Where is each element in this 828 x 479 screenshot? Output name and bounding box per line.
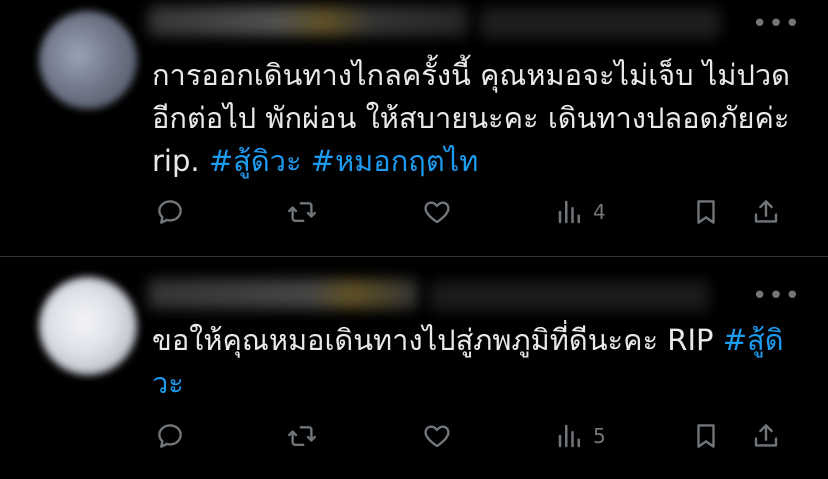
author-name-blurred[interactable] <box>148 279 418 309</box>
avatar[interactable] <box>39 277 137 375</box>
views-button[interactable]: 4 <box>555 192 606 232</box>
more-options-icon[interactable]: ••• <box>752 283 801 309</box>
more-options-icon[interactable]: ••• <box>752 11 801 37</box>
tweet-1[interactable]: ••• การออกเดินทางไกลครั้งนี้ คุณหมอจะไม่… <box>0 0 828 256</box>
bookmark-button[interactable] <box>691 416 721 456</box>
like-button[interactable] <box>422 416 452 456</box>
views-icon <box>558 200 580 224</box>
tweet-2[interactable]: ••• ขอให้คุณหมอเดินทางไปสู่ภพภูมิที่ดีนะ… <box>0 257 828 479</box>
views-count: 5 <box>593 424 606 448</box>
heart-icon <box>424 425 450 448</box>
tweet-actions: 4 <box>0 192 828 232</box>
views-icon <box>558 424 580 448</box>
author-handle-blurred <box>480 8 720 38</box>
bookmark-icon <box>697 200 715 224</box>
hashtag-link[interactable]: #หมอกฤตไท <box>311 144 479 178</box>
tweet-text: ขอให้คุณหมอเดินทางไปสู่ภพภูมิที่ดีนะคะ R… <box>152 319 792 405</box>
heart-icon <box>424 201 450 224</box>
tweet-text: การออกเดินทางไกลครั้งนี้ คุณหมอจะไม่เจ็บ… <box>152 54 792 183</box>
hashtag-link[interactable]: #สู้ดิวะ <box>209 144 302 178</box>
retweet-button[interactable] <box>287 192 317 232</box>
share-icon <box>754 424 778 447</box>
tweet-actions: 5 <box>0 416 828 456</box>
share-button[interactable] <box>751 416 781 456</box>
like-button[interactable] <box>422 192 452 232</box>
share-icon <box>754 200 778 223</box>
reply-icon <box>158 424 182 448</box>
author-handle-blurred <box>430 281 710 311</box>
views-count: 4 <box>593 200 606 224</box>
author-name-blurred[interactable] <box>148 6 468 36</box>
retweet-icon <box>288 202 316 222</box>
bookmark-icon <box>697 424 715 448</box>
views-button[interactable]: 5 <box>555 416 606 456</box>
reply-button[interactable] <box>155 192 185 232</box>
retweet-button[interactable] <box>287 416 317 456</box>
share-button[interactable] <box>751 192 781 232</box>
bookmark-button[interactable] <box>691 192 721 232</box>
avatar[interactable] <box>39 11 137 109</box>
reply-icon <box>158 200 182 224</box>
reply-button[interactable] <box>155 416 185 456</box>
tweet-body: ขอให้คุณหมอเดินทางไปสู่ภพภูมิที่ดีนะคะ R… <box>152 323 723 357</box>
retweet-icon <box>288 426 316 446</box>
